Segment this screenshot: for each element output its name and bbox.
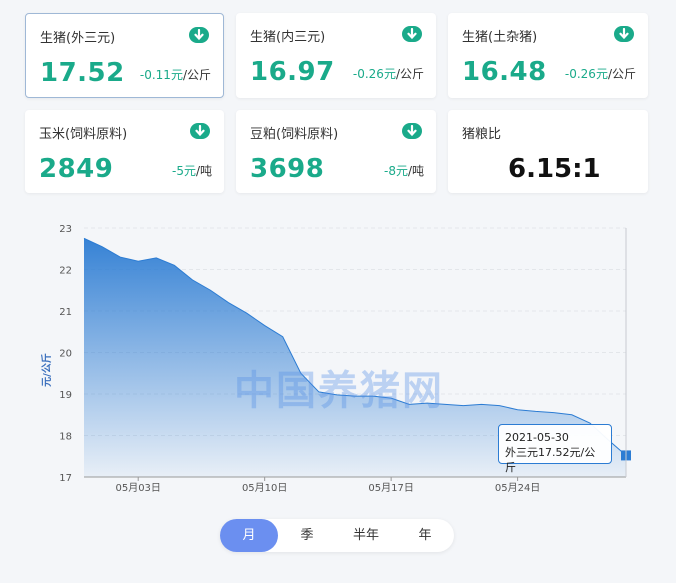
range-tab-halfyear[interactable]: 半年 (336, 519, 396, 552)
card-title: 豆粕(饲料原料) (250, 127, 339, 142)
down-arrow-icon (402, 123, 422, 139)
y-tick-label: 22 (59, 266, 72, 277)
range-switch: 月 季 半年 年 (220, 519, 454, 552)
chart-tooltip: 2021-05-30 外三元17.52元/公斤 (498, 424, 612, 474)
card-title: 猪粮比 (462, 127, 502, 142)
card-price: 3698 (250, 154, 325, 184)
x-tick-label: 05月10日 (242, 482, 287, 494)
price-card-corn[interactable]: 玉米(饲料原料) 2849 -5元/吨 (25, 110, 224, 193)
card-change: -0.26元/公斤 (352, 67, 424, 81)
ratio-value: 6.15:1 (508, 154, 601, 184)
range-tab-month[interactable]: 月 (220, 519, 278, 552)
down-arrow-icon (614, 26, 634, 42)
price-card-soymeal[interactable]: 豆粕(饲料原料) 3698 -8元/吨 (236, 110, 436, 193)
card-change: -0.26元/公斤 (564, 67, 636, 81)
card-change: -0.11元/公斤 (139, 68, 211, 82)
card-title: 生猪(外三元) (40, 31, 116, 46)
card-title: 玉米(饲料原料) (39, 127, 128, 142)
card-price: 16.48 (462, 57, 547, 87)
price-card-waisanyuan[interactable]: 生猪(外三元) 17.52 -0.11元/公斤 (25, 13, 224, 98)
x-tick-label: 05月17日 (368, 482, 413, 494)
x-tick-label: 05月03日 (115, 482, 160, 494)
y-tick-label: 17 (59, 473, 72, 484)
y-tick-label: 18 (59, 432, 72, 443)
card-price: 17.52 (40, 58, 125, 88)
card-change: -8元/吨 (383, 164, 424, 178)
tooltip-value: 外三元17.52元/公斤 (505, 446, 596, 474)
y-tick-label: 19 (59, 390, 72, 401)
y-tick-label: 21 (59, 307, 72, 318)
y-axis-label: 元/公斤 (40, 353, 53, 387)
price-card-neisanyuan[interactable]: 生猪(内三元) 16.97 -0.26元/公斤 (236, 13, 436, 98)
y-tick-label: 23 (59, 224, 72, 235)
card-price: 16.97 (250, 57, 335, 87)
card-title: 生猪(内三元) (250, 30, 326, 45)
card-change: -5元/吨 (171, 164, 212, 178)
card-price: 2849 (39, 154, 114, 184)
down-arrow-icon (189, 27, 209, 43)
hog-grain-ratio-card: 猪粮比 6.15:1 (448, 110, 648, 193)
tooltip-date: 2021-05-30 (505, 431, 569, 444)
price-card-tuzazhu[interactable]: 生猪(土杂猪) 16.48 -0.26元/公斤 (448, 13, 648, 98)
down-arrow-icon (402, 26, 422, 42)
down-arrow-icon (190, 123, 210, 139)
y-tick-label: 20 (59, 349, 72, 360)
range-tab-year[interactable]: 年 (396, 519, 454, 552)
range-tab-quarter[interactable]: 季 (278, 519, 336, 552)
card-title: 生猪(土杂猪) (462, 30, 538, 45)
watermark: 中国养猪网 (234, 368, 444, 414)
x-tick-label: 05月24日 (495, 482, 540, 494)
